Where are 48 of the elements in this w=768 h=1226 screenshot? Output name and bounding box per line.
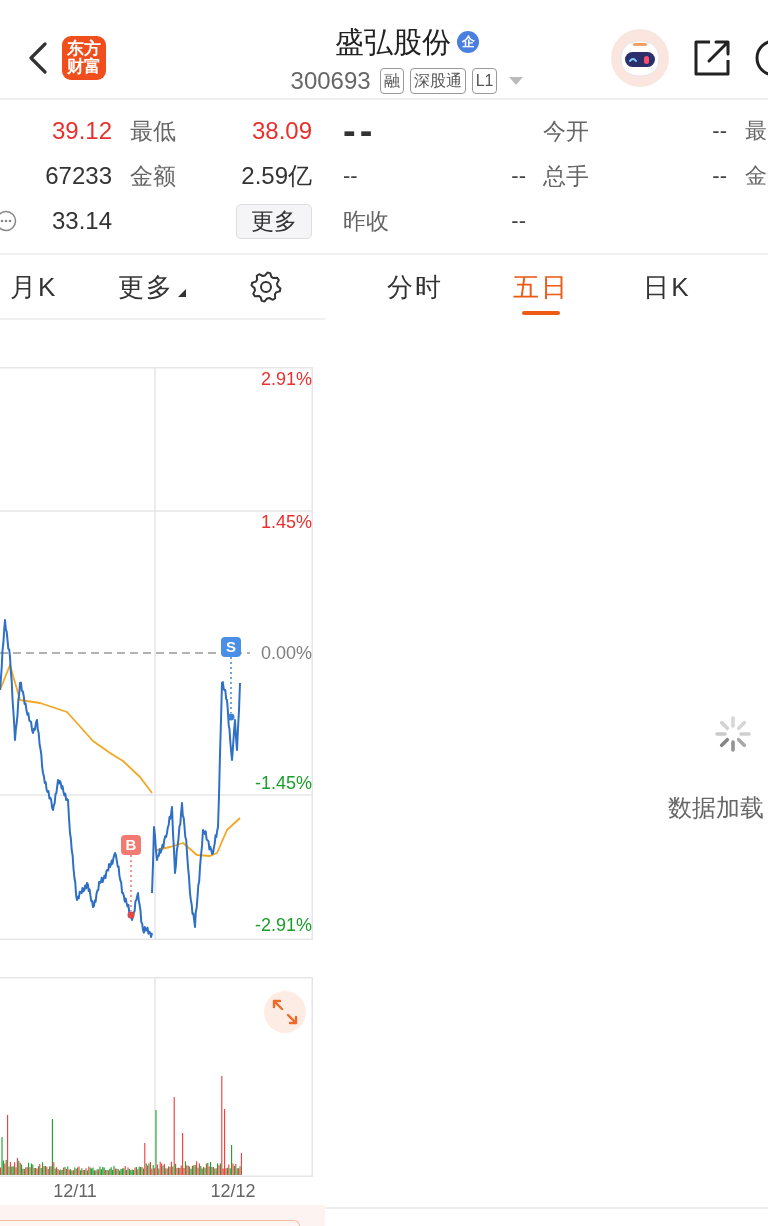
caret-icon	[178, 288, 186, 297]
chart-period-tab[interactable]: 月K	[10, 269, 58, 304]
field-label: 最	[745, 117, 767, 143]
field-label: 昨收	[343, 207, 389, 234]
market-tag: L1	[471, 68, 498, 94]
robot-avatar-icon[interactable]	[611, 29, 669, 87]
field-label: 金	[745, 162, 767, 188]
field-label: 今开	[543, 117, 589, 144]
market-tag: 融	[379, 68, 404, 94]
chart-period-tab[interactable]: 日K	[643, 270, 691, 304]
expand-icon[interactable]	[264, 991, 306, 1033]
field-value: --	[511, 207, 526, 233]
buy-point-marker	[127, 854, 135, 919]
stock-name: 盛弘股份	[335, 26, 451, 58]
quote-value: 2.59亿	[241, 161, 312, 190]
date-label: 12/12	[209, 1180, 257, 1202]
field-label: 最低	[130, 117, 176, 144]
field-value: --	[712, 117, 727, 143]
dropdown-tab[interactable]: 更多	[118, 269, 186, 304]
axis-label: 0.00%	[260, 643, 312, 663]
field-value: --	[712, 162, 727, 188]
more-button[interactable]: 更多	[236, 204, 312, 239]
loading-text: 数据加载	[668, 796, 765, 820]
ellipsis-icon[interactable]	[0, 209, 17, 232]
settings-icon[interactable]	[250, 270, 282, 303]
field-label: 金额	[130, 162, 176, 189]
loading-spinner-icon	[715, 716, 751, 752]
quote-value: 38.09	[251, 116, 312, 145]
stock-code: 300693	[290, 68, 371, 94]
field-label: 总手	[543, 162, 589, 189]
axis-label: -2.91%	[254, 915, 312, 935]
price-value: --	[343, 109, 377, 152]
app-logo: 东方财富	[62, 36, 106, 80]
sell-point-marker	[227, 656, 235, 721]
axis-label: 2.91%	[260, 369, 312, 389]
back-icon[interactable]	[28, 42, 48, 74]
change-percent-value: --	[511, 162, 526, 188]
quote-value: 33.14	[51, 206, 112, 235]
date-label: 12/11	[52, 1180, 98, 1202]
change-value: --	[343, 162, 358, 188]
axis-label: 1.45%	[260, 512, 312, 532]
market-tag: 深股通	[409, 68, 466, 94]
quote-value: 67233	[45, 161, 112, 190]
quote-value: 39.12	[51, 116, 112, 145]
chart-period-tab[interactable]: 分时	[387, 270, 443, 304]
enterprise-badge: 企	[457, 31, 479, 53]
share-icon[interactable]	[692, 38, 732, 78]
axis-label: -1.45%	[254, 773, 312, 793]
